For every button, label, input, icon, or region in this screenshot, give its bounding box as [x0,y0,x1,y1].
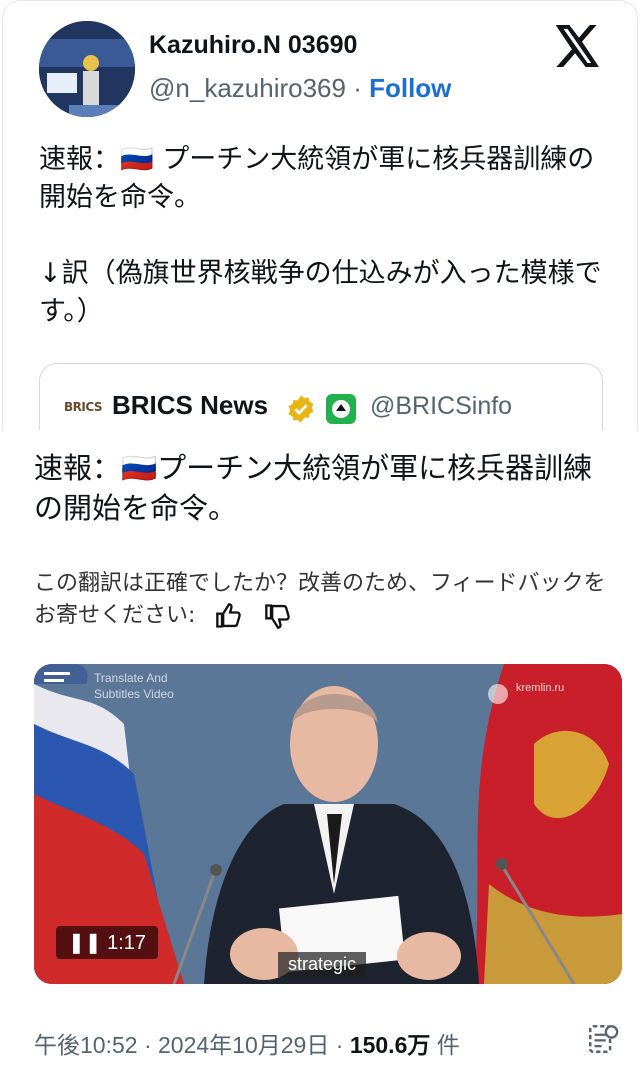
video-duration-badge: ❚❚ 1:17 [56,926,159,959]
translation-panel: 速報：🇷🇺プーチン大統領が軍に核兵器訓練の開始を命令。 この翻訳は正確でしたか？… [0,432,640,1069]
tweet-meta: 午後10:52 · 2024年10月29日 · 150.6万 件 [34,1026,460,1060]
brics-avatar [326,394,356,424]
tweet-card: Kazuhiro.N 03690 @n_kazuhiro369 · Follow… [2,0,638,430]
thumbs-up-icon[interactable] [214,602,244,630]
author-handle-line: @n_kazuhiro369 · Follow [149,73,451,104]
quoted-author-handle[interactable]: @BRICSinfo [370,392,512,421]
x-logo-icon[interactable] [555,25,601,67]
author-name[interactable]: Kazuhiro.N 03690 [149,31,357,60]
tweet-date[interactable]: 2024年10月29日 [158,1032,329,1058]
brics-logo: BRICS [64,400,103,414]
meta-dot: · [137,1032,159,1058]
video-player[interactable]: Translate And Subtitles Video kremlin.ru… [34,664,622,984]
tweet-time[interactable]: 午後10:52 [34,1032,138,1058]
video-duration: 1:17 [107,932,147,954]
meta-dot-2: · [329,1032,350,1058]
quoted-author-name[interactable]: BRICS News [112,390,268,421]
translation-feedback: この翻訳は正確でしたか？改善のため、フィードバックをお寄せください: [34,568,624,632]
source-watermark: kremlin.ru [516,682,565,694]
author-avatar[interactable] [39,21,135,117]
view-unit: 件 [430,1032,460,1058]
separator-dot: · [345,73,370,103]
feedback-prompt: この翻訳は正確でしたか？改善のため、フィードバックをお寄せください: [34,571,606,628]
video-subtitle: strategic [278,952,367,977]
thumbs-down-icon[interactable] [263,602,293,630]
author-handle[interactable]: @n_kazuhiro369 [149,73,346,103]
video-watermark: Translate And Subtitles Video [94,671,174,701]
translated-text: 速報：🇷🇺プーチン大統領が軍に核兵器訓練の開始を命令。 [34,451,593,525]
pause-icon[interactable]: ❚❚ [68,932,102,954]
quoted-tweet[interactable]: BRICS BRICS News @BRICSinfo [39,363,603,430]
tweet-text: 速報：🇷🇺 プーチン大統領が軍に核兵器訓練の開始を命令。 ↓訳（偽旗世界核戦争の… [39,144,602,327]
info-icon[interactable] [586,1022,620,1056]
follow-button[interactable]: Follow [369,73,451,103]
view-count: 150.6万 [349,1032,431,1058]
verified-badge-icon [288,395,314,423]
